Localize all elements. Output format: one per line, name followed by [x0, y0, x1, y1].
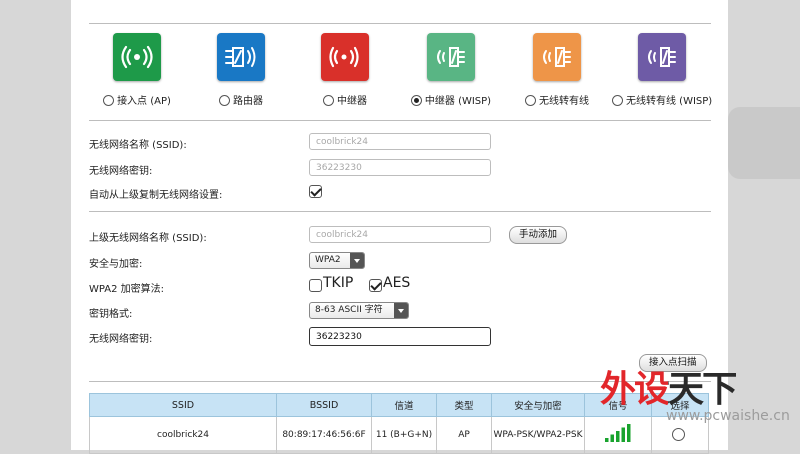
settings-panel: 接入点 (AP) 路由器 中继器 中继器 (WISP) 无线转有线 无线转有线 … [71, 0, 728, 454]
mode-wireless-to-wired-label: 无线转有线 [539, 96, 589, 107]
local-ssid-input[interactable]: coolbrick24 [309, 133, 491, 150]
mode-repeater-label: 中继器 [337, 96, 367, 107]
table-header-row: SSID BSSID 信道 类型 安全与加密 信号 选择 [89, 393, 709, 417]
mode-wisp-repeater-radio[interactable] [410, 95, 422, 106]
divider [89, 23, 711, 24]
mode-repeater-radio[interactable] [323, 95, 334, 106]
mode-ap-label: 接入点 (AP) [117, 96, 171, 107]
signal-bar [627, 424, 631, 442]
mode-router-label: 路由器 [233, 96, 263, 107]
local-key-input[interactable]: 36223230 [309, 159, 491, 176]
mode-wisp-wireless-to-wired-radio[interactable] [612, 95, 623, 106]
security-select[interactable]: WPA2 [309, 252, 365, 269]
key-format-select-value: 8-63 ASCII 字符 [315, 305, 383, 315]
row-channel: 11 (B+G+N) [371, 416, 437, 454]
col-channel: 信道 [371, 393, 437, 417]
mode-wisp-repeater-label: 中继器 (WISP) [424, 96, 492, 107]
tkip-label: TKIP [323, 275, 354, 291]
router-icon[interactable] [217, 33, 265, 81]
manual-add-button[interactable]: 手动添加 [509, 226, 568, 244]
mode-ap-radio[interactable] [103, 95, 115, 106]
key-format-label: 密钥格式: [89, 309, 133, 320]
row-bssid: 80:89:17:46:56:6F [276, 416, 372, 454]
copy-upstream-checkbox[interactable] [309, 185, 322, 198]
wireless-to-wired-icon[interactable] [533, 33, 581, 81]
mode-wireless-to-wired-radio[interactable] [525, 95, 536, 106]
mode-wisp-wireless-to-wired-label: 无线转有线 (WISP) [626, 96, 713, 107]
table-row[interactable]: coolbrick24 80:89:17:46:56:6F 11 (B+G+N)… [89, 416, 709, 454]
upstream-key-label: 无线网络密钥: [89, 334, 153, 345]
mode-router-radio[interactable] [219, 95, 230, 106]
row-security: WPA-PSK/WPA2-PSK [491, 416, 585, 454]
upstream-key-input[interactable]: 36223230 [309, 327, 491, 346]
signal-bar [605, 438, 609, 442]
upstream-ssid-input[interactable]: coolbrick24 [309, 226, 491, 243]
col-type: 类型 [436, 393, 492, 417]
row-signal [584, 416, 652, 454]
repeater-icon[interactable] [321, 33, 369, 81]
row-type: AP [436, 416, 492, 454]
security-label: 安全与加密: [89, 259, 143, 270]
divider [89, 120, 711, 121]
mode-router[interactable]: 路由器 [191, 33, 291, 107]
mode-repeater[interactable]: 中继器 [295, 33, 395, 107]
local-key-label: 无线网络密钥: [89, 166, 153, 177]
signal-bar [616, 431, 620, 442]
row-ssid: coolbrick24 [89, 416, 277, 454]
upstream-ssid-label: 上级无线网络名称 (SSID): [89, 233, 207, 244]
broadcast-icon[interactable] [113, 33, 161, 81]
aes-label: AES [383, 275, 411, 291]
aes-checkbox[interactable] [369, 279, 382, 292]
security-select-value: WPA2 [315, 255, 341, 265]
col-ssid: SSID [89, 393, 277, 417]
wisp-wireless-to-wired-icon[interactable] [638, 33, 686, 81]
chevron-down-icon [350, 253, 364, 268]
wisp-repeater-icon[interactable] [427, 33, 475, 81]
divider [89, 381, 711, 382]
local-ssid-label: 无线网络名称 (SSID): [89, 140, 187, 151]
col-select: 选择 [651, 393, 709, 417]
mode-wisp-repeater[interactable]: 中继器 (WISP) [401, 33, 501, 107]
copy-upstream-label: 自动从上级复制无线网络设置: [89, 190, 223, 201]
ap-scan-button[interactable]: 接入点扫描 [639, 354, 707, 372]
chevron-down-icon [394, 303, 408, 318]
col-security: 安全与加密 [491, 393, 585, 417]
side-scroll-handle[interactable] [728, 107, 800, 179]
mode-wisp-wireless-to-wired[interactable]: 无线转有线 (WISP) [612, 33, 712, 107]
mode-wireless-to-wired[interactable]: 无线转有线 [507, 33, 607, 107]
algo-label: WPA2 加密算法: [89, 284, 165, 295]
signal-bar [610, 434, 614, 442]
row-select-radio[interactable] [672, 427, 685, 441]
signal-strength-icon [605, 424, 631, 442]
divider [89, 211, 711, 212]
signal-bar [621, 427, 625, 442]
key-format-select[interactable]: 8-63 ASCII 字符 [309, 302, 409, 319]
tkip-checkbox[interactable] [309, 279, 322, 292]
col-bssid: BSSID [276, 393, 372, 417]
mode-ap[interactable]: 接入点 (AP) [87, 33, 187, 107]
col-signal: 信号 [584, 393, 652, 417]
scan-results-table: SSID BSSID 信道 类型 安全与加密 信号 选择 coolbrick24… [89, 393, 709, 454]
row-select[interactable] [651, 416, 709, 454]
